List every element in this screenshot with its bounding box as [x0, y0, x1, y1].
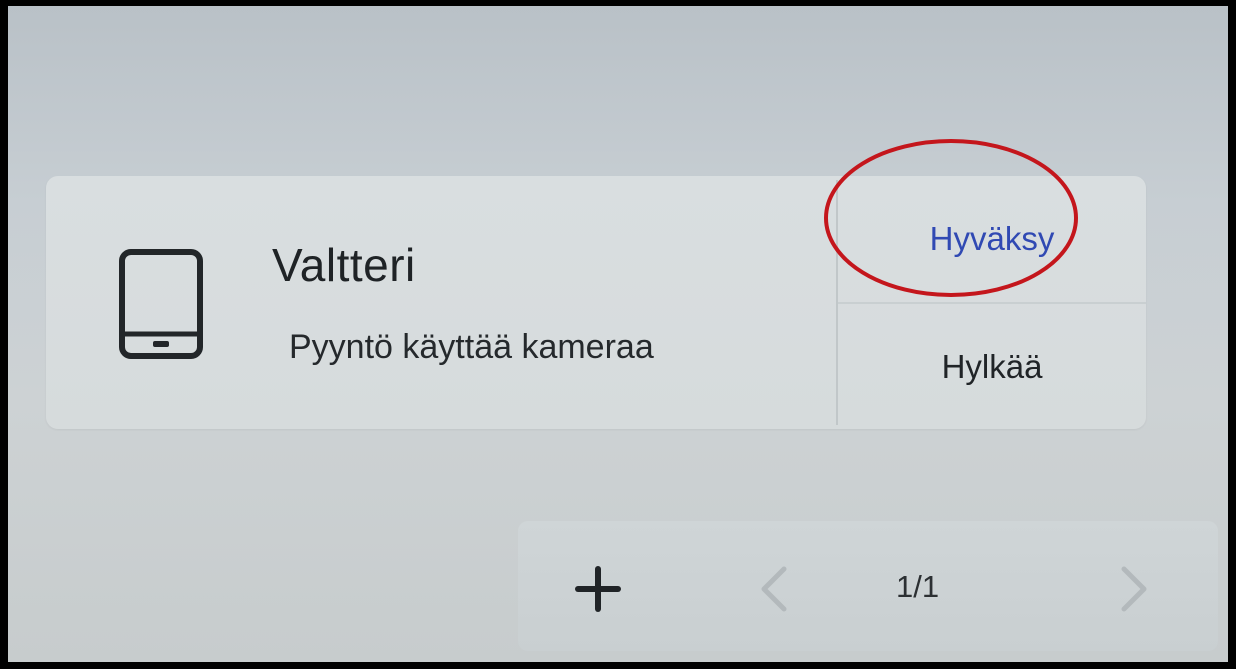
chevron-right-icon[interactable]: [1108, 559, 1158, 619]
page-indicator: 1/1: [896, 569, 940, 604]
tablet-icon: [119, 249, 203, 359]
plus-icon[interactable]: [568, 559, 628, 619]
pager-bar: 1/1: [518, 521, 1218, 651]
reject-button[interactable]: Hylkää: [838, 304, 1146, 429]
request-info: Valtteri Pyyntö käyttää kameraa: [46, 176, 836, 429]
approve-button[interactable]: Hyväksy: [838, 176, 1146, 302]
chevron-left-icon[interactable]: [750, 559, 800, 619]
request-actions: Hyväksy Hylkää: [838, 176, 1146, 429]
requester-name: Valtteri: [272, 239, 416, 291]
request-description: Pyyntö käyttää kameraa: [289, 328, 654, 366]
screen: Valtteri Pyyntö käyttää kameraa Hyväksy …: [8, 6, 1228, 662]
camera-request-card: Valtteri Pyyntö käyttää kameraa Hyväksy …: [46, 176, 1146, 429]
